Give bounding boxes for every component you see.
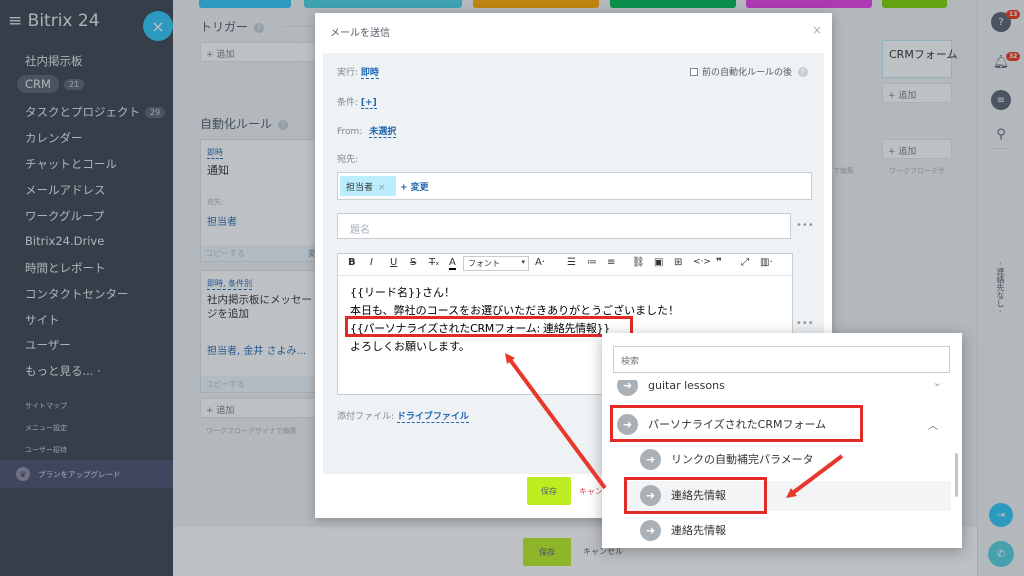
condition-row: 条件: [+] (337, 95, 377, 109)
bullet-list-icon[interactable]: ≔ (587, 257, 597, 268)
table-icon[interactable]: ⊞ (674, 257, 682, 268)
source-icon[interactable]: ▥· (760, 257, 773, 268)
more-icon[interactable]: ••• (796, 220, 814, 231)
attach-row: 添付ファイル: ドライブファイル (337, 409, 469, 423)
font-select-value: フォント (468, 259, 500, 268)
from-row: From: 未選択 (337, 124, 397, 138)
popup-item-contact-info-2[interactable]: ➜ 連絡先情報 (640, 519, 726, 541)
font-select[interactable]: フォント ▾ (463, 256, 529, 271)
change-recipient-link[interactable]: + 変更 (400, 180, 429, 193)
popup-item-label: guitar lessons (648, 380, 725, 392)
checkbox[interactable] (690, 68, 698, 76)
ordered-list-icon[interactable]: ☰ (567, 257, 576, 268)
exec-row: 実行: 即時 (337, 65, 379, 79)
popup-search-input[interactable]: 検索 (613, 346, 950, 373)
arrow-right-icon: ➜ (640, 519, 661, 541)
field-label: 実行: (337, 68, 359, 78)
align-icon[interactable]: ≡ (607, 257, 615, 268)
prev-rule-checkbox[interactable]: 前の自動化ルールの後 ? (690, 65, 808, 78)
image-icon[interactable]: ▣ (654, 257, 663, 268)
popup-scrollbar[interactable] (955, 453, 958, 497)
bold-icon[interactable]: B (348, 257, 356, 268)
highlight-box-inserted-field (345, 316, 633, 337)
subject-placeholder: 題名 (350, 225, 370, 236)
email-body-line: {{リード名}}さん！ (350, 286, 455, 299)
close-icon[interactable]: × (812, 23, 822, 37)
field-label: 条件: (337, 98, 359, 108)
from-select-link[interactable]: 未選択 (369, 127, 397, 138)
exec-timing-link[interactable]: 即時 (360, 68, 379, 79)
add-condition-link[interactable]: [+] (360, 98, 377, 109)
field-label: 添付ファイル: (337, 412, 395, 422)
to-label: 宛先: (337, 155, 359, 165)
modal-cancel-button[interactable]: キャン (579, 486, 603, 497)
popup-item-link-params[interactable]: ➜ リンクの自動補完パラメータ (640, 448, 814, 470)
more-icon[interactable]: ••• (796, 318, 814, 329)
help-icon[interactable]: ? (797, 67, 808, 77)
dialog-title: メールを送信 (330, 28, 390, 39)
field-label: From: (337, 127, 363, 137)
recipient-tag[interactable]: 担当者 × (340, 176, 396, 196)
link-icon[interactable]: ⛓︎ (632, 257, 645, 268)
checkbox-label: 前の自動化ルールの後 (702, 68, 793, 78)
email-body-line: よろしくお願いします。 (350, 340, 470, 353)
arrow-right-icon: ➜ (640, 448, 661, 470)
chevron-down-icon: ▾ (521, 258, 525, 266)
chevron-down-icon: ⌄ (932, 380, 942, 389)
italic-icon[interactable]: I (370, 257, 373, 268)
editor-toolbar-divider (338, 275, 792, 276)
font-size-label: A (535, 257, 542, 268)
highlight-box-contact-info (624, 477, 767, 514)
highlight-box-crm-form (610, 405, 863, 442)
quote-icon[interactable]: ❞ (716, 257, 722, 268)
code-icon[interactable]: <·> (693, 257, 711, 267)
text-color-icon[interactable]: A (449, 257, 456, 270)
drive-file-link[interactable]: ドライブファイル (396, 412, 469, 423)
search-placeholder: 検索 (621, 357, 640, 367)
popup-item-label: リンクの自動補完パラメータ (671, 453, 814, 466)
to-field[interactable]: 担当者 × + 変更 (337, 172, 812, 200)
tag-label: 担当者 (346, 183, 374, 193)
underline-icon[interactable]: U (390, 257, 397, 268)
strikethrough-icon[interactable]: S (410, 257, 416, 268)
fullscreen-icon[interactable]: ⤢ (741, 257, 749, 268)
modal-save-button[interactable]: 保存 (527, 477, 571, 505)
remove-tag-icon[interactable]: × (378, 183, 386, 193)
font-size-icon[interactable]: A· (535, 257, 545, 268)
popup-item-guitar[interactable]: ➜ guitar lessons ⌄ (617, 380, 942, 396)
subject-field[interactable]: 題名 (337, 213, 791, 239)
arrow-right-icon: ➜ (617, 380, 638, 396)
clear-format-icon[interactable]: T̶ₓ (429, 257, 440, 268)
popup-item-label: 連絡先情報 (671, 524, 726, 537)
chevron-up-icon: ︿ (928, 420, 938, 432)
